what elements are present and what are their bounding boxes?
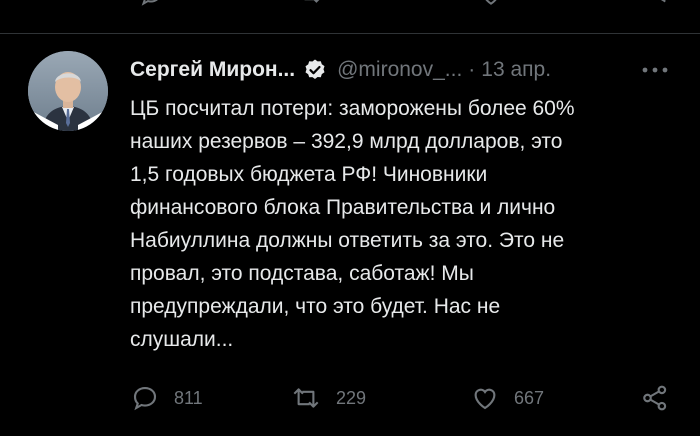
- tweet-divider: [0, 33, 700, 34]
- retweet-button[interactable]: 229: [290, 382, 366, 414]
- tweet-text: ЦБ посчитал потери: заморожены более 60%…: [130, 97, 575, 351]
- retweet-icon[interactable]: [298, 0, 324, 8]
- reply-icon: [130, 383, 160, 413]
- author-handle[interactable]: @mironov_...: [337, 58, 462, 82]
- heart-icon[interactable]: [478, 0, 504, 8]
- tweet-actions: 811 229 667: [0, 382, 700, 414]
- reply-icon[interactable]: [138, 0, 164, 8]
- previous-tweet-actions: [0, 0, 700, 8]
- verified-badge-icon: [303, 58, 327, 82]
- tweet-header: Сергей Мирон... @mironov_... · 13 апр.: [130, 55, 551, 85]
- retweet-icon: [290, 383, 322, 413]
- like-count: 667: [514, 387, 545, 408]
- heart-icon: [470, 383, 500, 413]
- more-options-icon[interactable]: [640, 60, 670, 80]
- reply-count: 811: [174, 387, 203, 408]
- like-button[interactable]: 667: [470, 382, 544, 414]
- tweet-date[interactable]: 13 апр.: [481, 58, 551, 82]
- avatar-photo-icon: [28, 51, 108, 131]
- reply-button[interactable]: 811: [130, 382, 203, 414]
- share-icon: [640, 383, 670, 413]
- tweet-page: Сергей Мирон... @mironov_... · 13 апр. Ц…: [0, 0, 700, 436]
- share-icon[interactable]: [648, 0, 674, 8]
- share-button[interactable]: [640, 382, 670, 414]
- separator-dot: ·: [468, 58, 476, 81]
- avatar[interactable]: [28, 51, 108, 131]
- retweet-count: 229: [336, 387, 367, 408]
- display-name[interactable]: Сергей Мирон...: [130, 58, 295, 82]
